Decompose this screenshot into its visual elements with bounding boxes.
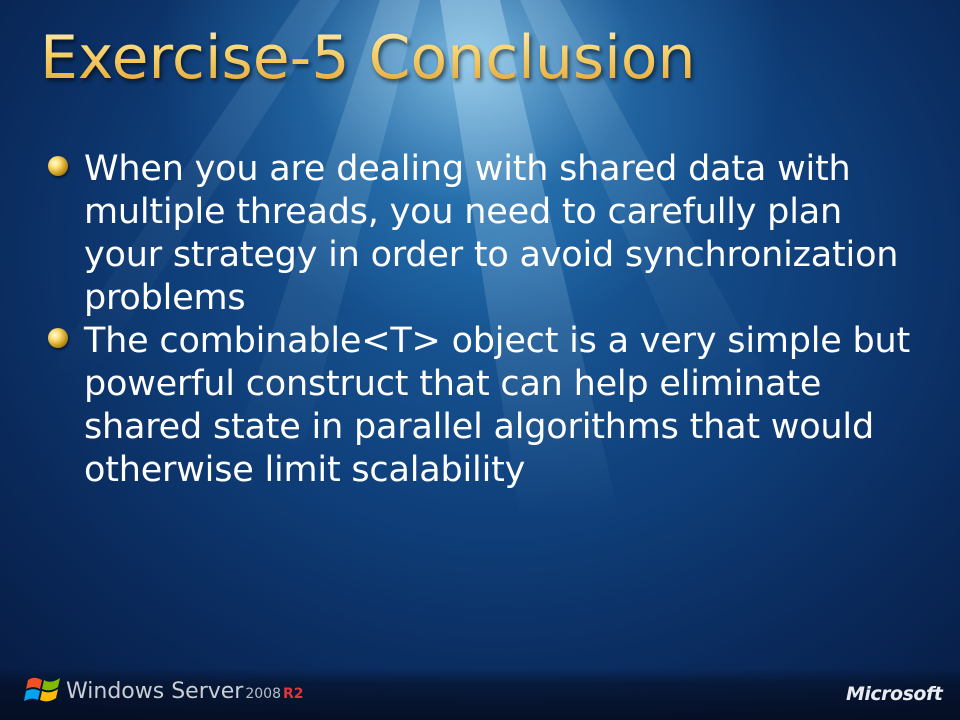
product-wordmark: Windows Server 2008 R2 (66, 678, 304, 708)
windows-flag-icon (24, 677, 60, 702)
gold-orb-bullet-icon (48, 328, 68, 348)
gold-orb-bullet-icon (48, 156, 68, 176)
bullet-text: The combinable<T> object is a very simpl… (84, 321, 911, 490)
bullet-text: When you are dealing with shared data wi… (84, 149, 899, 318)
microsoft-logo: Microsoft (846, 683, 943, 705)
bullet-list: When you are dealing with shared data wi… (48, 148, 928, 492)
product-edition: R2 (282, 686, 304, 702)
product-name: Windows Server (66, 679, 244, 704)
bullet-item: The combinable<T> object is a very simpl… (48, 320, 928, 492)
bullet-item: When you are dealing with shared data wi… (48, 148, 928, 320)
slide: Exercise-5 Conclusion When you are deali… (0, 0, 960, 720)
product-year: 2008 (245, 686, 281, 702)
slide-title: Exercise-5 Conclusion (40, 18, 920, 98)
